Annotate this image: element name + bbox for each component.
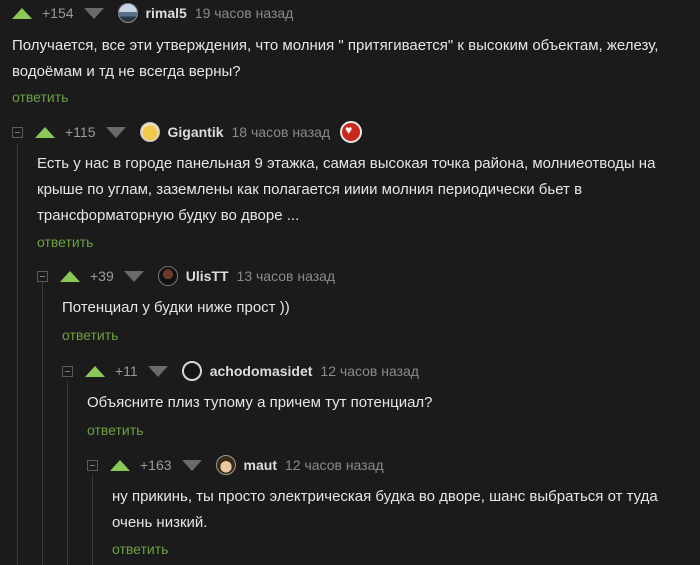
downvote-icon[interactable] [105,126,126,138]
comment-line: Есть у нас в городе панельная 9 этажка, … [37,155,656,172]
upvote-icon[interactable] [110,459,130,471]
comment-text: Объясните плиз тупому а причем тут потен… [87,390,433,416]
thread-line [42,282,43,565]
username[interactable]: UlisTT [186,268,229,284]
collapse-button[interactable] [37,270,48,282]
timestamp: 18 часов назад [231,124,331,140]
timestamp: 19 часов назад [194,5,294,21]
comment-line: Объясните плиз тупому а причем тут потен… [87,394,433,411]
downvote-icon[interactable] [123,270,144,282]
collapse-button[interactable] [87,459,98,471]
avatar[interactable] [157,266,178,286]
upvote-icon[interactable] [12,7,32,19]
avatar[interactable] [215,455,236,475]
comment-line: трансформаторную будку во дворе ... [37,207,300,224]
timestamp: 13 часов назад [236,268,336,284]
comment-header: +115 Gigantik 18 часов назад [12,120,363,144]
comment-text: Потенциал у будки ниже прост )) [62,295,290,321]
comment-header: +11 achodomasidet 12 часов назад [62,359,419,383]
reply-button[interactable]: ответить [87,422,143,438]
downvote-icon[interactable] [83,7,104,19]
username[interactable]: achodomasidet [210,363,313,379]
username[interactable]: rimal5 [146,5,187,21]
reply-button[interactable]: ответить [37,234,93,250]
username[interactable]: Gigantik [168,124,224,140]
timestamp: 12 часов назад [285,457,384,473]
avatar[interactable] [181,361,202,381]
comment-rating: +11 [115,363,138,379]
downvote-icon[interactable] [147,365,168,377]
reply-button[interactable]: ответить [62,327,118,343]
comment-line: водоёмам и тд не всегда верны? [12,63,241,80]
collapse-button[interactable] [12,126,23,138]
timestamp: 12 часов назад [320,363,419,379]
thread-line [17,144,18,565]
upvote-icon[interactable] [85,365,105,377]
comment-line: очень низкий. [112,514,208,531]
avatar[interactable] [139,122,160,142]
comment-line: крыше по углам, заземлены как полагается… [37,181,583,198]
reply-button[interactable]: ответить [112,541,168,557]
comment-header: +154 rimal5 19 часов назад [12,1,293,25]
thread-line [92,475,93,565]
comment-line: Потенциал у будки ниже прост )) [62,299,290,316]
comment-line: ну прикинь, ты просто электрическая будк… [112,488,658,505]
comment-text: ну прикинь, ты просто электрическая будк… [112,484,658,536]
comment-rating: +163 [140,457,172,473]
comment-rating: +39 [90,268,114,284]
collapse-button[interactable] [62,365,73,377]
comment-rating: +154 [42,5,74,21]
comment-rating: +115 [65,124,96,140]
upvote-icon[interactable] [35,126,55,138]
comment-text: Есть у нас в городе панельная 9 этажка, … [37,151,655,229]
comment-line: Получается, все эти утверждения, что мол… [12,37,659,54]
avatar[interactable] [117,3,138,23]
thread-line [67,381,68,565]
downvote-icon[interactable] [181,459,202,471]
comment-text: Получается, все эти утверждения, что мол… [12,33,658,85]
username[interactable]: maut [244,457,277,473]
award-heart-icon[interactable] [340,121,363,143]
comment-header: +39 UlisTT 13 часов назад [37,264,335,288]
comment-header: +163 maut 12 часов назад [87,453,384,477]
upvote-icon[interactable] [60,270,80,282]
reply-button[interactable]: ответить [12,89,68,105]
